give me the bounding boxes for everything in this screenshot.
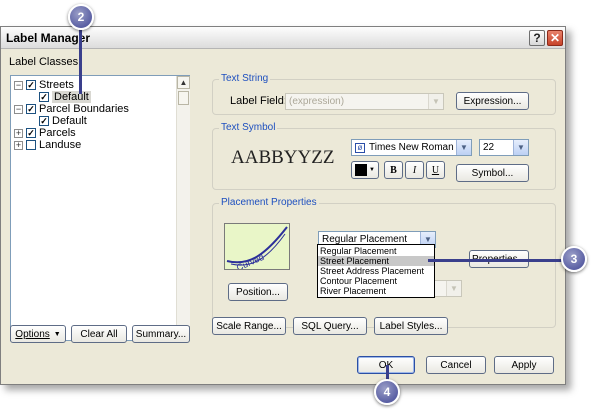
- font-size-value: 22: [483, 142, 495, 153]
- placement-preview: Curved: [224, 223, 290, 273]
- apply-button[interactable]: Apply: [494, 356, 554, 374]
- scroll-up-icon[interactable]: ▲: [177, 76, 190, 89]
- label-styles-button[interactable]: Label Styles...: [374, 317, 448, 335]
- sql-query-button[interactable]: SQL Query...: [293, 317, 367, 335]
- tree-scrollbar[interactable]: ▲ ▼: [176, 76, 190, 340]
- font-select[interactable]: ø Times New Roman ▼: [351, 139, 472, 156]
- clear-all-button[interactable]: Clear All: [71, 325, 127, 343]
- group-title: Text Symbol: [219, 122, 278, 133]
- callout-badge-2: 2: [68, 4, 94, 30]
- chevron-down-icon: ▼: [446, 281, 461, 296]
- checkbox-icon[interactable]: ✓: [39, 92, 49, 102]
- summary-button[interactable]: Summary...: [132, 325, 190, 343]
- label-classes-heading: Label Classes: [9, 56, 79, 68]
- dropdown-arrow-icon: ▼: [53, 330, 61, 338]
- italic-button[interactable]: I: [405, 161, 424, 179]
- options-label: Options: [15, 328, 50, 340]
- dropdown-option-highlighted[interactable]: Street Placement: [318, 256, 434, 266]
- tree-item-parcel-boundaries-default[interactable]: ✓ Default: [39, 115, 87, 127]
- dropdown-option[interactable]: Street Address Placement: [318, 266, 434, 276]
- expand-icon[interactable]: +: [14, 140, 23, 150]
- tree-item-label: Default: [52, 115, 87, 127]
- chevron-down-icon: ▼: [456, 140, 471, 155]
- scroll-thumb[interactable]: [178, 91, 189, 105]
- chevron-down-icon: ▼: [428, 94, 443, 109]
- label-field-value: (expression): [289, 96, 345, 107]
- label-field-label: Label Field:: [230, 95, 287, 107]
- callout-badge-4: 4: [374, 379, 400, 405]
- checkbox-icon[interactable]: ✓: [26, 128, 36, 138]
- tree-item-landuse[interactable]: + Landuse: [14, 139, 81, 151]
- tree-item-label: Parcel Boundaries: [39, 103, 129, 115]
- label-field-select[interactable]: (expression) ▼: [285, 93, 444, 110]
- callout-badge-3: 3: [561, 246, 587, 272]
- help-button[interactable]: ?: [529, 30, 545, 46]
- tree-item-streets-default[interactable]: ✓ Default: [39, 91, 91, 103]
- checkbox-icon[interactable]: ✓: [26, 104, 36, 114]
- text-color-button[interactable]: ▼: [351, 161, 379, 179]
- collapse-icon[interactable]: −: [14, 104, 23, 114]
- dropdown-arrow-icon: ▼: [369, 167, 375, 173]
- close-button[interactable]: ✕: [547, 30, 563, 46]
- tree-item-label: Landuse: [39, 139, 82, 151]
- group-title: Placement Properties: [219, 197, 319, 208]
- tree-item-label: Parcels: [39, 127, 76, 139]
- checkbox-icon[interactable]: ✓: [39, 116, 49, 126]
- scale-range-button[interactable]: Scale Range...: [212, 317, 286, 335]
- expression-button[interactable]: Expression...: [456, 92, 529, 110]
- label-manager-window: Label Manager ? ✕ Label Classes − ✓ Stre…: [0, 26, 566, 385]
- chevron-down-icon: ▼: [513, 140, 528, 155]
- group-title: Text String: [219, 73, 271, 84]
- cancel-button[interactable]: Cancel: [426, 356, 486, 374]
- text-symbol-preview: AABBYYZZ: [231, 147, 335, 168]
- symbol-button[interactable]: Symbol...: [456, 164, 529, 182]
- position-button[interactable]: Position...: [228, 283, 288, 301]
- collapse-icon[interactable]: −: [14, 80, 23, 90]
- preview-text: Curved: [235, 252, 266, 269]
- tree-item-parcels[interactable]: + ✓ Parcels: [14, 127, 76, 139]
- underline-button[interactable]: U: [426, 161, 445, 179]
- options-button[interactable]: Options ▼: [10, 325, 66, 343]
- curved-label-preview-icon: Curved: [226, 226, 288, 273]
- font-value: Times New Roman: [369, 142, 454, 153]
- color-swatch: [355, 164, 368, 176]
- font-type-icon: ø: [355, 142, 365, 153]
- text-symbol-group: Text Symbol AABBYYZZ ø Times New Roman ▼…: [212, 122, 556, 190]
- callout-line: [428, 259, 564, 262]
- bold-button[interactable]: B: [384, 161, 403, 179]
- tree-item-parcel-boundaries[interactable]: − ✓ Parcel Boundaries: [14, 103, 129, 115]
- dropdown-option[interactable]: Regular Placement: [318, 246, 434, 256]
- dropdown-option[interactable]: Contour Placement: [318, 276, 434, 286]
- checkbox-icon[interactable]: ✓: [26, 80, 36, 90]
- font-size-select[interactable]: 22 ▼: [479, 139, 529, 156]
- tree-item-label: Default: [52, 91, 91, 103]
- tree-item-label: Streets: [39, 79, 74, 91]
- text-string-group: Text String Label Field: (expression) ▼ …: [212, 73, 556, 115]
- title-bar: Label Manager ? ✕: [1, 27, 565, 49]
- tree-item-streets[interactable]: − ✓ Streets: [14, 79, 74, 91]
- checkbox-empty-icon[interactable]: [26, 140, 36, 150]
- expand-icon[interactable]: +: [14, 128, 23, 138]
- window-title: Label Manager: [6, 31, 91, 45]
- label-classes-tree[interactable]: − ✓ Streets ✓ Default − ✓ Parcel Boundar…: [10, 75, 190, 341]
- placement-secondary-select: ▼: [432, 280, 462, 297]
- placement-dropdown-list[interactable]: Regular Placement Street Placement Stree…: [317, 244, 435, 298]
- dropdown-option[interactable]: River Placement: [318, 286, 434, 296]
